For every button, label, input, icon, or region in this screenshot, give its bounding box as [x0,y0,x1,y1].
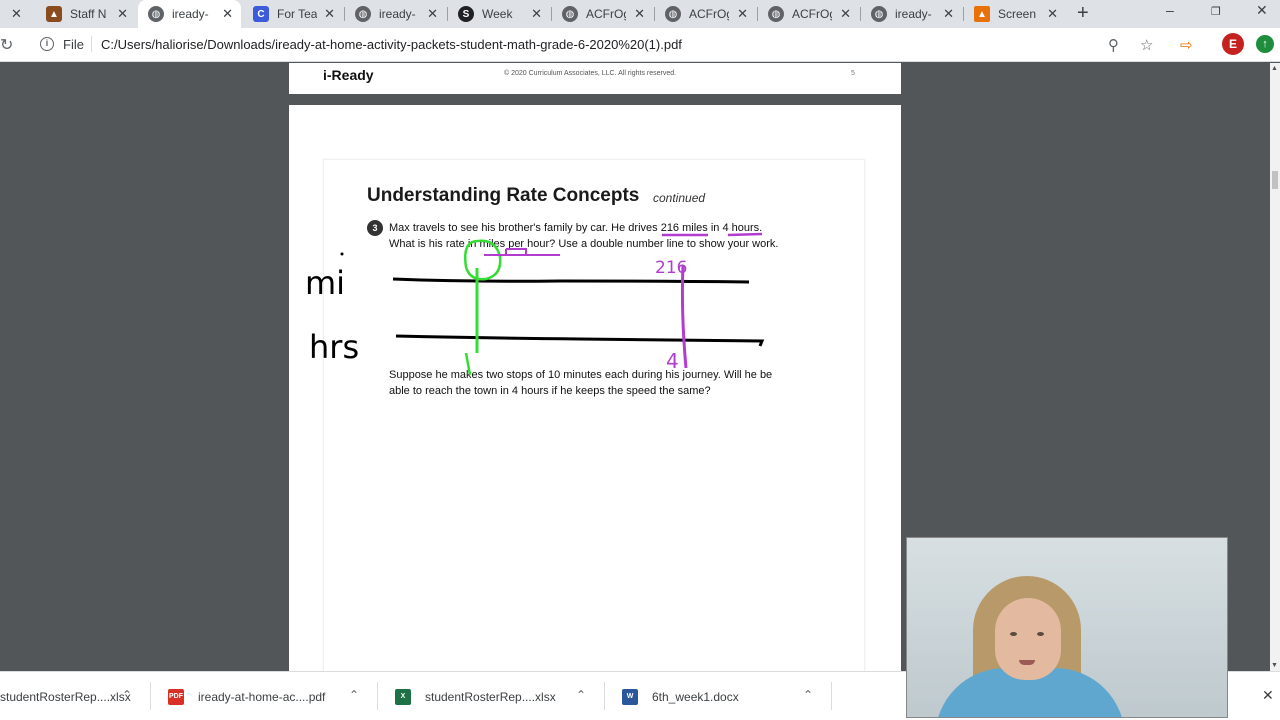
pdf-page-previous: i-Ready © 2020 Curriculum Associates, LL… [289,63,901,94]
zoom-icon[interactable]: ⚲ [1108,36,1119,54]
word-icon: W [622,688,638,705]
close-icon[interactable]: ✕ [1047,6,1058,22]
tab-for-teachers[interactable]: C For Tea ✕ [243,0,343,28]
close-icon[interactable]: ✕ [531,6,542,22]
tab-staff[interactable]: ▲ Staff N ✕ [36,0,136,28]
globe-icon: ◍ [665,6,681,22]
info-icon[interactable]: i [40,37,54,51]
restore-icon[interactable]: ❐ [1211,5,1221,18]
question-line-1: Max travels to see his brother's family … [389,222,763,234]
download-filename: iready-at-home-ac....pdf [198,689,326,704]
page-number: 5 [851,70,855,77]
screencast-icon: ▲ [974,6,990,22]
screencast-extension-icon[interactable]: ⇨ [1180,36,1193,54]
followup-line-1: Suppose he makes two stops of 10 minutes… [389,369,773,381]
webcam-overlay [906,537,1228,718]
tab-week[interactable]: S Week ✕ [448,0,550,28]
chevron-up-icon[interactable]: ⌃ [576,688,586,702]
close-icon[interactable]: ✕ [117,6,128,22]
shelf-separator [604,682,605,710]
followup-line-2: able to reach the town in 4 hours if he … [389,385,711,397]
question-number-badge: 3 [367,220,383,236]
tab-close-icon[interactable]: ✕ [11,6,22,22]
close-icon[interactable]: ✕ [943,6,954,22]
app-icon: ▲ [46,6,62,22]
heading-continued: continued [653,191,706,205]
close-icon[interactable]: ✕ [324,6,335,22]
question-line-2: What is his rate in miles per hour? Use … [389,238,779,250]
download-filename: studentRosterRep....xlsx [425,689,556,704]
close-shelf-icon[interactable]: ✕ [1262,687,1274,704]
tab-iready-2[interactable]: ◍ iready- ✕ [345,0,446,28]
tab-iready-active[interactable]: ◍ iready- ✕ [138,0,241,28]
globe-icon: ◍ [562,6,578,22]
pdf-icon: PDF [168,688,184,705]
download-filename: studentRosterRep....xlsx [0,689,131,704]
pdf-page-current: Understanding Rate Concepts continued 3 … [289,105,901,671]
close-icon[interactable]: ✕ [634,6,645,22]
close-icon[interactable]: ✕ [427,6,438,22]
tab-strip: ✕ ▲ Staff N ✕ ◍ iready- ✕ C For Tea ✕ ◍ … [0,0,1280,28]
globe-icon: ◍ [355,6,371,22]
globe-icon: ◍ [871,6,887,22]
scroll-up-icon[interactable]: ▲ [1271,65,1278,72]
download-item[interactable]: X studentRosterRep....xlsx [395,672,556,720]
shelf-separator [831,682,832,710]
excel-icon: X [395,688,411,705]
close-icon[interactable]: ✕ [840,6,851,22]
tab-iready-3[interactable]: ◍ iready- ✕ [861,0,962,28]
shelf-separator [150,682,151,710]
close-icon[interactable]: ✕ [737,6,748,22]
address-url[interactable]: C:/Users/haliorise/Downloads/iready-at-h… [101,37,682,52]
close-icon[interactable]: ✕ [222,6,233,22]
s-logo-icon: S [458,6,474,22]
update-icon[interactable]: ↑ [1256,35,1274,53]
tab-acfrog-3[interactable]: ◍ ACFrOg ✕ [758,0,859,28]
new-tab-plus-icon[interactable]: + [1077,2,1089,25]
presenter-eye [1037,632,1044,636]
download-filename: 6th_week1.docx [652,689,739,704]
vertical-scrollbar[interactable]: ▲ ▼ [1270,63,1280,671]
c-logo-icon: C [253,6,269,22]
profile-avatar[interactable]: E [1222,33,1244,55]
scroll-thumb[interactable] [1272,171,1278,189]
url-separator [91,36,92,52]
chevron-up-icon[interactable]: ⌃ [803,688,813,702]
download-item[interactable]: PDF iready-at-home-ac....pdf [168,672,325,720]
globe-icon: ◍ [768,6,784,22]
presenter-eye [1010,632,1017,636]
chevron-up-icon[interactable]: ⌃ [122,688,132,702]
bookmark-star-icon[interactable]: ☆ [1140,36,1153,54]
copyright-text: © 2020 Curriculum Associates, LLC. All r… [504,70,677,77]
tab-screencast[interactable]: ▲ Screen ✕ [964,0,1066,28]
question-text: Max travels to see his brother's family … [389,220,778,252]
scroll-down-icon[interactable]: ▼ [1271,662,1278,669]
presenter-face [995,598,1061,680]
download-item[interactable]: W 6th_week1.docx [622,672,739,720]
reload-icon[interactable]: ↻ [0,35,13,55]
tab-acfrog-1[interactable]: ◍ ACFrOg ✕ [552,0,653,28]
minimize-icon[interactable]: – [1166,2,1174,18]
address-toolbar: ↻ i File C:/Users/haliorise/Downloads/ir… [0,28,1280,62]
iready-logo: i-Ready [323,67,374,83]
shelf-separator [377,682,378,710]
followup-question-text: Suppose he makes two stops of 10 minutes… [389,367,772,399]
tab-acfrog-2[interactable]: ◍ ACFrOg ✕ [655,0,756,28]
window-close-icon[interactable]: ✕ [1256,2,1268,19]
presenter-mouth [1019,660,1035,665]
scheme-label: File [63,37,84,52]
download-item[interactable]: studentRosterRep....xlsx [0,672,131,720]
chevron-up-icon[interactable]: ⌃ [349,688,359,702]
page-heading: Understanding Rate Concepts [367,185,640,206]
globe-icon: ◍ [148,6,164,22]
